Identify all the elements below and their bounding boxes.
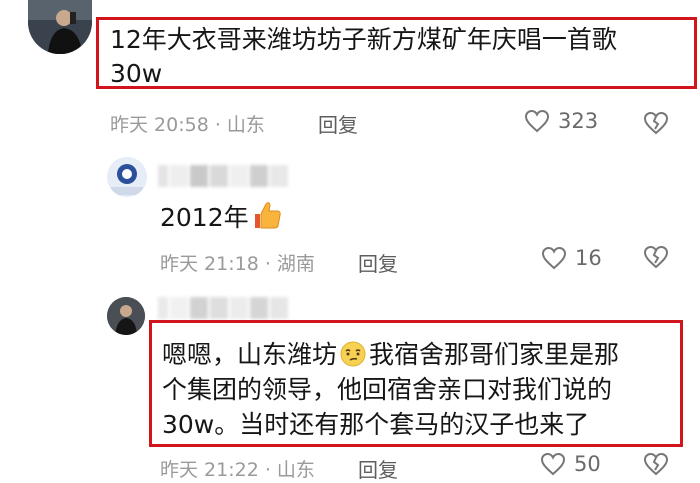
username-3-redacted: [158, 297, 288, 319]
comment-1-like-button[interactable]: 323: [524, 109, 598, 133]
broken-heart-icon[interactable]: [643, 452, 669, 476]
avatar-user-2[interactable]: [107, 157, 147, 197]
comment-3-like-count: 50: [574, 452, 601, 476]
comment-3-like-button[interactable]: 50: [540, 452, 601, 476]
heart-outline-icon: [541, 246, 567, 270]
comment-1-line-1: 12年大衣哥来潍坊坊子新方煤矿年庆唱一首歌: [110, 25, 617, 54]
comment-1-reply-button[interactable]: 回复: [318, 109, 358, 138]
heart-outline-icon: [524, 109, 550, 133]
avatar-user-3[interactable]: [107, 297, 145, 335]
broken-heart-icon[interactable]: [643, 245, 669, 269]
heart-outline-icon: [540, 452, 566, 476]
username-2-redacted: [158, 165, 288, 187]
comment-3-line-2: 个集团的领导，他回宿舍亲口对我们说的: [162, 375, 613, 404]
comment-3-line-3: 30w。当时还有那个套马的汉子也来了: [162, 410, 590, 439]
comment-2-text: 2012年: [160, 200, 283, 240]
comment-3-reply-button[interactable]: 回复: [358, 454, 398, 483]
comment-1-like-count: 323: [558, 109, 599, 133]
comment-3-line-1: 嗯嗯，山东潍坊 我宿舍那哥们家里是那: [162, 337, 619, 377]
comment-2-like-button[interactable]: 16: [541, 246, 602, 270]
comment-2-reply-button[interactable]: 回复: [358, 248, 398, 277]
comment-2-meta: 昨天 21:18 · 湖南: [160, 253, 315, 275]
comment-2-like-count: 16: [575, 246, 602, 270]
broken-heart-icon[interactable]: [643, 111, 669, 135]
thumbs-up-emoji: [251, 200, 283, 240]
comment-1-meta: 昨天 20:58 · 山东: [110, 114, 265, 136]
comment-3-meta: 昨天 21:22 · 山东: [160, 459, 315, 481]
avatar-user-1[interactable]: [28, 0, 92, 54]
comment-1-line-2: 30w: [110, 59, 163, 88]
